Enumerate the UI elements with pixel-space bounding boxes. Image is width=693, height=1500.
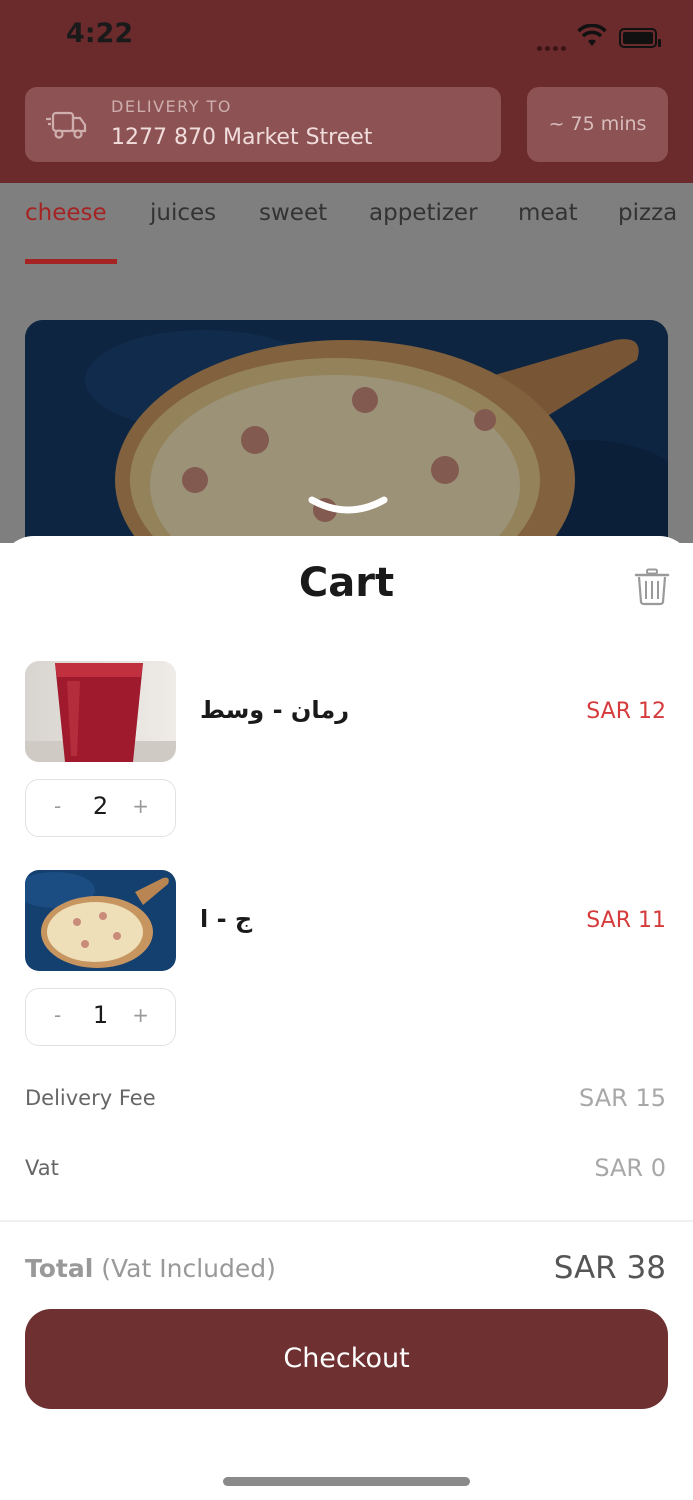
vat-value: SAR 0 [594, 1154, 666, 1182]
cart-item-price: SAR 11 [586, 908, 666, 933]
total-value: SAR 38 [553, 1250, 666, 1286]
status-icons [537, 24, 661, 52]
category-tab-juices[interactable]: juices [150, 200, 216, 226]
delivery-label: DELIVERY TO [111, 97, 232, 116]
quantity-stepper: - 2 + [25, 779, 176, 837]
pizza-thumbnail [25, 870, 176, 971]
cart-title: Cart [298, 560, 395, 606]
featured-product-image [25, 320, 668, 560]
status-time: 4:22 [66, 18, 134, 49]
cart-item-name: رمان - وسط [200, 696, 350, 724]
trash-icon[interactable] [634, 568, 670, 606]
juice-photo [25, 661, 176, 762]
delivery-fee-label: Delivery Fee [25, 1086, 156, 1110]
category-tab-sweet[interactable]: sweet [259, 200, 327, 226]
home-indicator [223, 1477, 470, 1486]
chevron-down-icon[interactable] [308, 494, 388, 520]
signal-icon [537, 36, 569, 51]
cart-item-name: ج - ا [200, 905, 253, 933]
cart-item-image [25, 661, 176, 762]
eta-badge[interactable]: ~ 75 mins [527, 87, 668, 162]
increase-quantity-button[interactable]: + [132, 794, 149, 818]
battery-icon [619, 28, 661, 48]
divider [0, 1220, 693, 1222]
category-tab-appetizer[interactable]: appetizer [369, 200, 478, 226]
total-label-text: Total [25, 1254, 94, 1283]
category-tab-cheese[interactable]: cheese [25, 200, 107, 226]
quantity-value: 1 [92, 1001, 109, 1029]
category-tab-pizza[interactable]: pizza [618, 200, 677, 226]
wifi-icon [577, 24, 607, 46]
cart-item-price: SAR 12 [586, 699, 666, 724]
quantity-stepper: - 1 + [25, 988, 176, 1046]
delivery-fee-value: SAR 15 [579, 1084, 666, 1112]
increase-quantity-button[interactable]: + [132, 1003, 149, 1027]
hero-overlay [25, 320, 668, 560]
category-tab-meat[interactable]: meat [518, 200, 578, 226]
total-vat-note: (Vat Included) [101, 1254, 276, 1283]
active-tab-indicator [25, 259, 117, 264]
cart-item-image [25, 870, 176, 971]
total-label: Total (Vat Included) [25, 1254, 276, 1283]
delivery-address-selector[interactable]: DELIVERY TO 1277 870 Market Street [25, 87, 501, 162]
checkout-button[interactable]: Checkout [25, 1309, 668, 1409]
truck-icon [46, 111, 87, 139]
quantity-value: 2 [92, 792, 109, 820]
delivery-address: 1277 870 Market Street [111, 125, 373, 150]
vat-label: Vat [25, 1156, 59, 1180]
